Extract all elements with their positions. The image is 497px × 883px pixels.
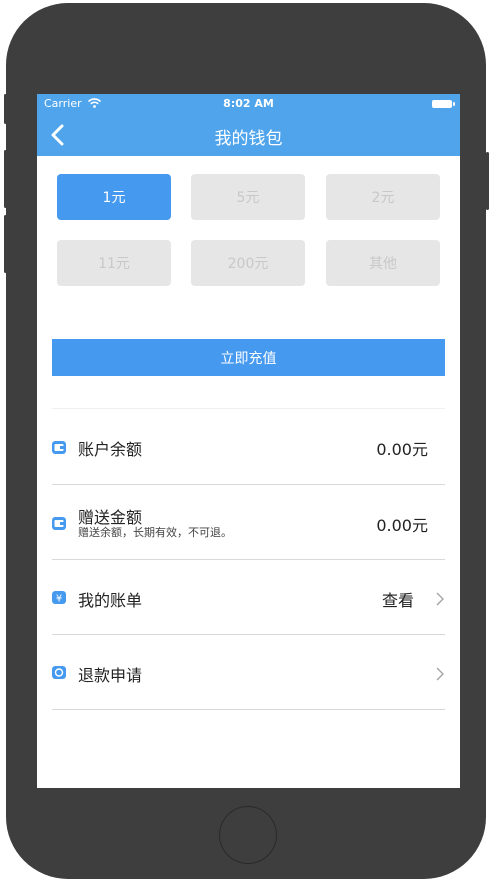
chevron-right-icon [436, 667, 444, 681]
refund-request-label: 退款申请 [78, 666, 143, 685]
mute-switch [4, 94, 7, 124]
battery-icon [432, 100, 455, 108]
gift-amount-row[interactable]: 赠送金额 赠送余额，长期有效，不可退。 0.00元 [52, 485, 445, 560]
account-balance-row[interactable]: 账户余额 0.00元 [52, 409, 445, 484]
view-bill-link[interactable]: 查看 [382, 587, 414, 611]
status-bar: Carrier 8:02 AM [37, 94, 460, 114]
amount-option-200[interactable]: 200元 [191, 240, 305, 286]
volume-down-button [4, 215, 7, 273]
app-screen: Carrier 8:02 AM 我的钱包 1元 5元 2元 11元 200元 其… [37, 94, 460, 788]
account-balance-value: 0.00元 [376, 440, 428, 459]
gift-amount-description: 赠送余额，长期有效，不可退。 [78, 526, 232, 539]
wallet-icon [52, 441, 66, 454]
amount-option-other[interactable]: 其他 [326, 240, 440, 286]
gift-wallet-icon [52, 517, 66, 530]
my-bill-label: 我的账单 [78, 591, 143, 610]
status-time: 8:02 AM [223, 97, 274, 110]
my-bill-row[interactable]: ¥ 我的账单 查看 [52, 560, 445, 635]
home-button[interactable] [219, 806, 277, 864]
amount-option-1[interactable]: 1元 [57, 174, 171, 220]
row-divider [52, 709, 445, 710]
chevron-right-icon [436, 592, 444, 606]
volume-up-button [4, 150, 7, 208]
account-balance-label: 账户余额 [78, 440, 143, 459]
power-button [486, 152, 489, 210]
recharge-now-button[interactable]: 立即充值 [52, 339, 445, 376]
gift-amount-value: 0.00元 [376, 516, 428, 535]
svg-text:¥: ¥ [56, 594, 62, 605]
amount-option-11[interactable]: 11元 [57, 240, 171, 286]
refund-request-row[interactable]: 退款申请 [52, 635, 445, 710]
navigation-bar: 我的钱包 [37, 114, 460, 156]
page-title: 我的钱包 [214, 129, 283, 149]
amount-option-5[interactable]: 5元 [191, 174, 305, 220]
yen-icon: ¥ [52, 591, 66, 604]
amount-option-2[interactable]: 2元 [326, 174, 440, 220]
refund-icon [52, 666, 66, 679]
